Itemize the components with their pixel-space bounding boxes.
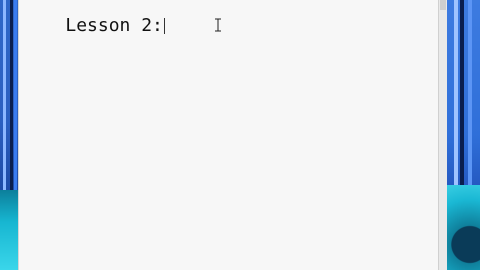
vertical-scrollbar[interactable]	[438, 0, 447, 270]
editor-content[interactable]: Lesson 2:	[22, 0, 165, 59]
background-window-edge	[3, 0, 6, 190]
background-window-edge	[460, 0, 464, 185]
editor-line: Lesson 2:	[65, 15, 163, 36]
desktop-right-background	[446, 0, 480, 270]
background-window-edge	[10, 0, 13, 190]
text-caret	[163, 18, 165, 34]
scroll-thumb[interactable]	[440, 0, 446, 10]
ibeam-cursor-icon	[215, 18, 221, 32]
background-window-edge	[454, 0, 458, 185]
background-window-edge	[468, 0, 472, 185]
desktop-wallpaper	[446, 185, 480, 270]
desktop-wallpaper	[0, 190, 20, 270]
text-editor[interactable]: Lesson 2:	[18, 0, 447, 270]
background-window-edge	[14, 0, 17, 190]
desktop-left-background	[0, 0, 20, 270]
